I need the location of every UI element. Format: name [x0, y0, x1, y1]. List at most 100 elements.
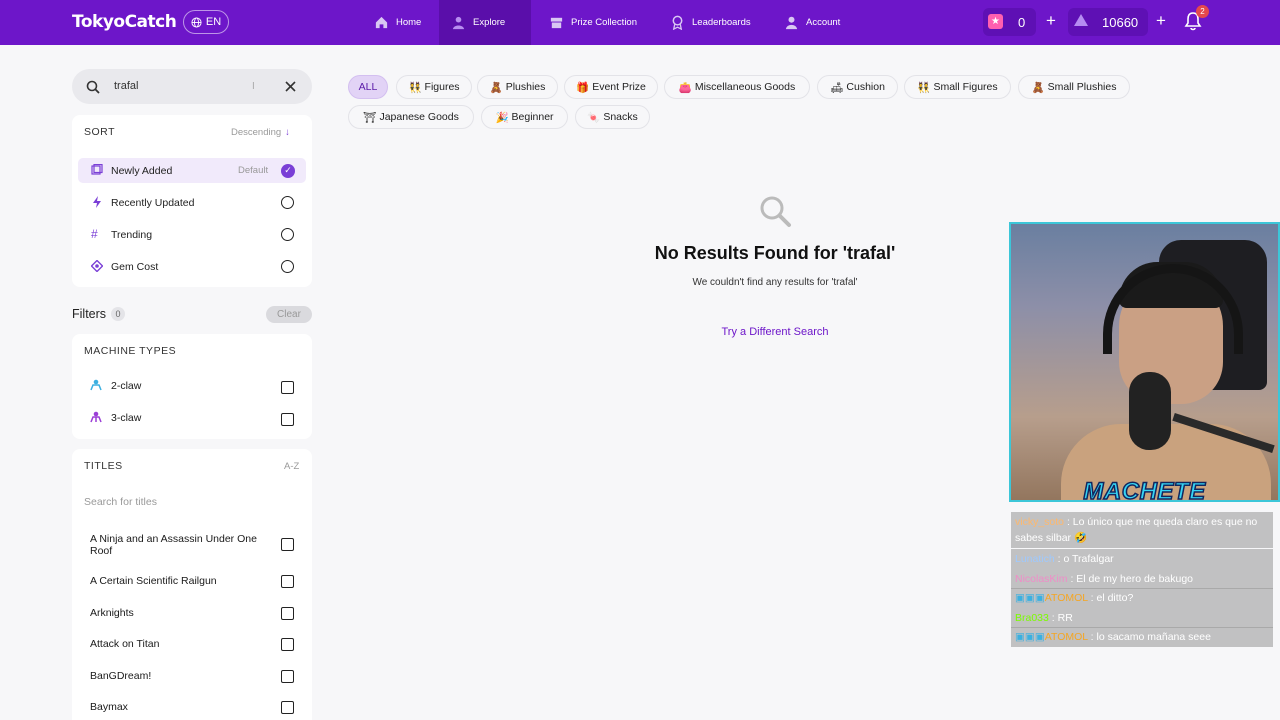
add-tickets-button[interactable]: +: [1046, 11, 1056, 31]
category-chip-all[interactable]: ALL: [348, 75, 388, 99]
ticket-balance[interactable]: ★ 0: [983, 8, 1036, 36]
machine-type-3-claw[interactable]: 3-claw: [72, 408, 312, 428]
figures-emoji-icon: 👯: [917, 81, 931, 94]
sort-radio[interactable]: [281, 196, 294, 209]
notification-badge: 2: [1196, 5, 1209, 18]
ticket-count: 0: [1018, 15, 1026, 30]
sort-option-label: Recently Updated: [111, 196, 195, 209]
title-checkbox[interactable]: [281, 670, 294, 683]
chip-label: Japanese Goods: [379, 111, 459, 123]
add-gems-button[interactable]: +: [1156, 11, 1166, 31]
machine-type-checkbox[interactable]: [281, 381, 294, 394]
title-item-label: Arknights: [90, 607, 134, 619]
title-item[interactable]: A Certain Scientific Railgun: [72, 573, 312, 591]
chat-message: ▣▣▣ATOMOL : el ditto?: [1011, 588, 1273, 608]
category-chip-small-plushies[interactable]: 🧸 Small Plushies: [1018, 75, 1130, 99]
title-item[interactable]: A Ninja and an Assassin Under One Roof: [72, 532, 312, 558]
title-item[interactable]: BanGDream!: [72, 668, 312, 686]
machine-type-2-claw[interactable]: 2-claw: [72, 376, 312, 396]
title-item[interactable]: Baymax: [72, 699, 312, 717]
chat-message: vicky_soto : Lo único que me queda claro…: [1011, 512, 1273, 548]
title-item[interactable]: Arknights: [72, 605, 312, 623]
sort-option-recently-updated[interactable]: Recently Updated: [78, 190, 306, 215]
title-checkbox[interactable]: [281, 538, 294, 551]
chat-text: : El de my hero de bakugo: [1070, 573, 1194, 585]
explore-icon: [452, 16, 465, 30]
machine-type-checkbox[interactable]: [281, 413, 294, 426]
chip-label: Event Prize: [592, 81, 646, 93]
nav-leaderboards[interactable]: Leaderboards: [658, 0, 763, 45]
category-chip-plushies[interactable]: 🧸 Plushies: [477, 75, 558, 99]
title-item-label: BanGDream!: [90, 670, 152, 682]
top-navigation-bar: TokyoCatch EN Home Explore Prize Collect…: [0, 0, 1280, 45]
chat-text: : RR: [1051, 612, 1073, 624]
claw-2-icon: [90, 379, 102, 391]
nav-explore-label: Explore: [473, 17, 506, 28]
category-chip-event-prize[interactable]: 🎁 Event Prize: [564, 75, 658, 99]
gift-emoji-icon: 🎁: [576, 81, 590, 94]
hashtag-icon: #: [91, 227, 98, 241]
clear-search-icon[interactable]: [285, 81, 296, 92]
gem-icon: [1074, 14, 1088, 26]
chat-user: NicolasKim: [1015, 573, 1068, 585]
category-chip-miscellaneous-goods[interactable]: 👛 Miscellaneous Goods: [664, 75, 810, 99]
microphone: [1129, 372, 1171, 450]
search-input[interactable]: trafal: [114, 80, 138, 92]
sort-direction-label: Descending: [231, 127, 282, 138]
titles-title: TITLES: [84, 460, 123, 472]
titles-order[interactable]: A-Z: [284, 461, 299, 472]
gem-balance[interactable]: 10660: [1068, 8, 1148, 36]
plushies-emoji-icon: 🧸: [1031, 81, 1045, 94]
category-chip-snacks[interactable]: 🍬 Snacks: [575, 105, 650, 129]
selected-check-icon: ✓: [281, 163, 295, 178]
sort-radio[interactable]: [281, 228, 294, 241]
nav-home-label: Home: [396, 17, 422, 28]
category-chip-figures[interactable]: 👯 Figures: [396, 75, 472, 99]
try-different-search-link[interactable]: Try a Different Search: [680, 326, 870, 338]
title-checkbox[interactable]: [281, 701, 294, 714]
chip-label: Plushies: [505, 81, 546, 93]
box-icon: [550, 17, 563, 29]
title-item-label: A Ninja and an Assassin Under One Roof: [90, 533, 257, 557]
category-chip-cushion[interactable]: 🛋 Cushion: [817, 75, 898, 99]
search-bar[interactable]: trafal I: [72, 69, 312, 104]
nav-account[interactable]: Account: [772, 0, 852, 45]
newly-added-icon: [91, 164, 103, 175]
sort-option-gem-cost[interactable]: Gem Cost: [78, 254, 306, 279]
language-label: EN: [205, 16, 222, 28]
nav-leaderboards-label: Leaderboards: [692, 17, 751, 28]
nav-prize-collection-label: Prize Collection: [571, 17, 637, 28]
title-item-label: A Certain Scientific Railgun: [90, 575, 217, 587]
nav-home[interactable]: Home: [362, 0, 433, 45]
no-results-subtext: We couldn't find any results for 'trafal…: [692, 277, 858, 288]
tokyocatch-logo[interactable]: TokyoCatch: [72, 12, 177, 32]
category-chip-japanese-goods[interactable]: ⛩ Japanese Goods: [348, 105, 474, 129]
title-checkbox[interactable]: [281, 638, 294, 651]
title-item[interactable]: Attack on Titan: [72, 636, 312, 654]
chat-user: Bra033: [1015, 612, 1049, 624]
chat-badges-icon: ▣▣▣: [1015, 631, 1045, 643]
language-selector[interactable]: EN: [183, 10, 229, 34]
title-checkbox[interactable]: [281, 607, 294, 620]
nav-account-label: Account: [806, 17, 841, 28]
machine-types-title: MACHINE TYPES: [84, 345, 177, 357]
nav-explore[interactable]: Explore: [439, 0, 531, 45]
chip-label: Small Plushies: [1047, 81, 1117, 93]
title-checkbox[interactable]: [281, 575, 294, 588]
home-icon: [375, 16, 388, 29]
chip-label: Figures: [424, 81, 460, 93]
purse-emoji-icon: 👛: [678, 81, 692, 94]
sort-option-newly-added[interactable]: Newly Added Default ✓: [78, 158, 306, 183]
nav-prize-collection[interactable]: Prize Collection: [537, 0, 649, 45]
chat-text: : lo sacamo mañana seee: [1090, 631, 1211, 643]
category-chip-small-figures[interactable]: 👯 Small Figures: [904, 75, 1011, 99]
titles-search-input[interactable]: Search for titles: [84, 496, 157, 508]
sort-direction[interactable]: Descending ↓: [231, 127, 290, 138]
magnifier-icon: [760, 196, 791, 227]
sort-option-trending[interactable]: # Trending: [78, 222, 306, 247]
sort-radio[interactable]: [281, 260, 294, 273]
clear-filters-button[interactable]: Clear: [266, 306, 312, 323]
category-chip-beginner[interactable]: 🎉 Beginner: [481, 105, 568, 129]
sort-option-label: Trending: [111, 228, 153, 241]
chip-label: Small Figures: [933, 81, 998, 93]
